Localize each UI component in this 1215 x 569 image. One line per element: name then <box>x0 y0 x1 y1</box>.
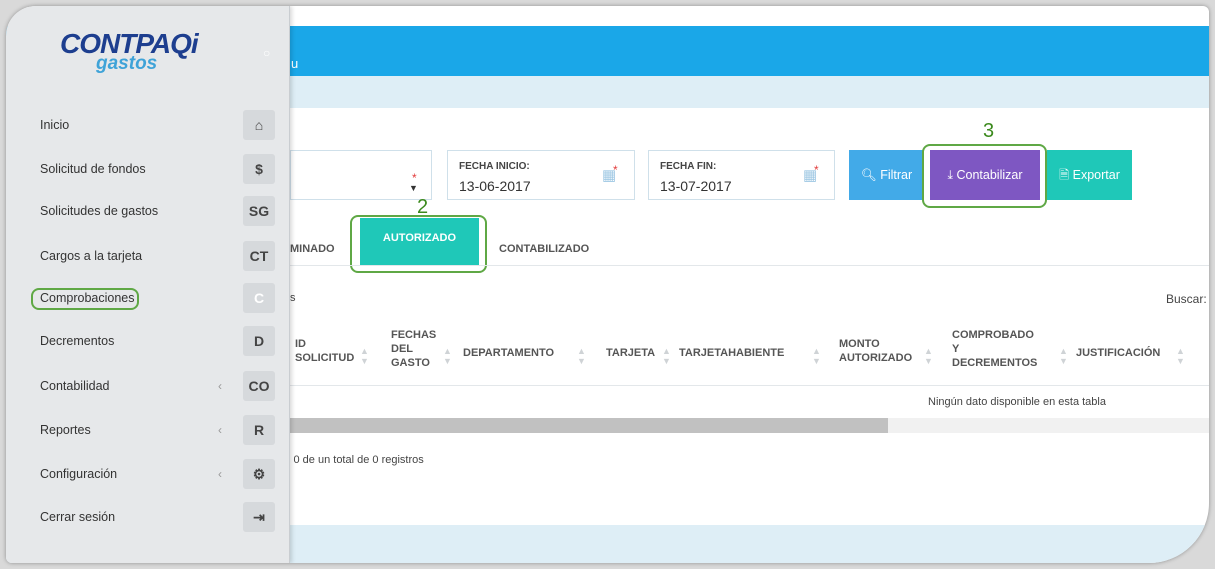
tab-terminado[interactable]: MINADO <box>290 243 335 255</box>
tab-contabilizado[interactable]: CONTABILIZADO <box>499 243 589 255</box>
app-window: u * ▼ FECHA INICIO: 13-06-2017 ▦ * FECHA… <box>6 6 1209 563</box>
sidebar-item-inicio[interactable]: Inicio ⌂ <box>6 110 290 140</box>
r-badge-icon: R <box>243 415 275 445</box>
sidebar-item-solicitudes-de-gastos[interactable]: Solicitudes de gastos SG <box>6 196 290 226</box>
contpaqi-gastos-logo[interactable]: CONTPAQi gastos <box>60 28 199 74</box>
gear-icon: ⚙ <box>243 459 275 489</box>
sidebar-item-cargos-a-la-tarjeta[interactable]: Cargos a la tarjeta CT <box>6 241 290 271</box>
sidebar-item-label: Configuración <box>40 467 118 481</box>
ct-badge-icon: CT <box>243 241 275 271</box>
dollar-icon: $ <box>243 154 275 184</box>
sort-icon[interactable]: ▲ ▼ <box>1176 346 1185 366</box>
step-3-annotation: 3 <box>983 120 995 142</box>
col-monto-autorizado[interactable]: MONTO AUTORIZADO <box>839 337 912 365</box>
search-label: Buscar: <box>1166 292 1207 306</box>
fecha-fin-field[interactable]: FECHA FIN: 13-07-2017 ▦ * <box>648 150 835 200</box>
sg-badge-icon: SG <box>243 196 275 226</box>
col-header-text: Y <box>952 343 960 355</box>
chevron-left-icon: ‹ <box>218 423 222 437</box>
required-star-icon: * <box>613 163 618 177</box>
home-icon: ⌂ <box>243 110 275 140</box>
col-header-text: ID <box>295 338 306 350</box>
col-header-text: FECHAS <box>391 329 437 341</box>
chevron-left-icon: ‹ <box>218 379 222 393</box>
col-comprobado-decrementos[interactable]: COMPROBADO Y DECREMENTOS <box>952 328 1037 370</box>
col-id-solicitud[interactable]: ID SOLICITUD <box>295 337 354 365</box>
sidebar-item-label: Decrementos <box>40 334 115 348</box>
sort-icon[interactable]: ▲ ▼ <box>443 346 452 366</box>
col-justificacion[interactable]: JUSTIFICACIÓN <box>1076 346 1160 360</box>
sidebar-item-label: Contabilidad <box>40 379 110 393</box>
col-header-text: COMPROBADO <box>952 329 1034 341</box>
tabs-divider <box>290 265 1209 266</box>
select-filter-field[interactable]: * ▼ <box>290 150 432 200</box>
sort-icon[interactable]: ▲ ▼ <box>812 346 821 366</box>
sidebar-item-contabilidad[interactable]: Contabilidad ‹ CO <box>6 371 290 401</box>
col-header-text: GASTO <box>391 357 430 369</box>
col-header-text: DEPARTAMENTO <box>463 347 555 359</box>
show-entries-text: s <box>290 292 296 304</box>
co-badge-icon: CO <box>243 371 275 401</box>
sidebar-item-label: Solicitud de fondos <box>40 162 146 176</box>
sidebar-item-label: Inicio <box>40 118 70 132</box>
c-badge-icon: C <box>243 283 275 313</box>
sort-icon[interactable]: ▲ ▼ <box>662 346 671 366</box>
step-1-highlight <box>31 288 139 310</box>
sort-icon[interactable]: ▲ ▼ <box>1059 346 1068 366</box>
fecha-inicio-field[interactable]: FECHA INICIO: 13-06-2017 ▦ * <box>447 150 635 200</box>
empty-table-message: Ningún dato disponible en esta tabla <box>928 396 1106 408</box>
col-header-text: TARJETAHABIENTE <box>679 347 785 359</box>
filtrar-button[interactable]: 🔍︎ Filtrar <box>849 150 924 200</box>
exportar-label: Exportar <box>1072 168 1120 182</box>
sign-out-icon: ⇥ <box>243 502 275 532</box>
sidebar-item-solicitud-de-fondos[interactable]: Solicitud de fondos $ <box>6 154 290 184</box>
sidebar-item-label: Solicitudes de gastos <box>40 204 159 218</box>
col-header-text: AUTORIZADO <box>839 352 913 364</box>
col-header-text: SOLICITUD <box>295 352 355 364</box>
sidebar-item-label: Cerrar sesión <box>40 510 116 524</box>
col-fechas-del-gasto[interactable]: FECHAS DEL GASTO <box>391 328 436 370</box>
d-badge-icon: D <box>243 326 275 356</box>
dropdown-caret-icon[interactable]: ▼ <box>409 183 418 193</box>
header-menu-text[interactable]: u <box>291 56 298 71</box>
sidebar-item-decrementos[interactable]: Decrementos D <box>6 326 290 356</box>
chevron-left-icon: ‹ <box>218 467 222 481</box>
tab-autorizado[interactable]: AUTORIZADO <box>360 218 479 266</box>
sort-icon[interactable]: ▲ ▼ <box>577 346 586 366</box>
fecha-fin-label: FECHA FIN: <box>660 161 717 172</box>
step-3-highlight <box>922 144 1047 208</box>
table-header-divider <box>290 385 1209 386</box>
sidebar-toggle-icon[interactable]: ○ <box>263 46 270 60</box>
col-header-text: DECREMENTOS <box>952 357 1038 369</box>
required-star-icon: * <box>814 163 819 177</box>
fecha-inicio-label: FECHA INICIO: <box>459 161 530 172</box>
col-tarjetahabiente[interactable]: TARJETAHABIENTE <box>679 346 784 360</box>
exportar-button[interactable]: 🗎 Exportar <box>1047 150 1132 200</box>
search-icon: 🔍︎ <box>860 168 877 182</box>
sidebar-item-configuracion[interactable]: Configuración ‹ ⚙ <box>6 459 290 489</box>
col-header-text: MONTO <box>839 338 880 350</box>
logo-subtext: gastos <box>96 53 158 74</box>
scrollbar-thumb[interactable] <box>290 418 888 433</box>
sidebar: CONTPAQi gastos ○ Inicio ⌂ Solicitud de … <box>6 6 290 563</box>
col-departamento[interactable]: DEPARTAMENTO <box>463 346 554 360</box>
sidebar-item-reportes[interactable]: Reportes ‹ R <box>6 415 290 445</box>
col-tarjeta[interactable]: TARJETA <box>606 346 655 360</box>
sort-icon[interactable]: ▲ ▼ <box>360 346 369 366</box>
sidebar-item-label: Reportes <box>40 423 91 437</box>
col-header-text: TARJETA <box>606 347 656 359</box>
col-header-text: DEL <box>391 343 413 355</box>
fecha-inicio-value[interactable]: 13-06-2017 <box>459 178 531 194</box>
fecha-fin-value[interactable]: 13-07-2017 <box>660 178 732 194</box>
sort-icon[interactable]: ▲ ▼ <box>924 346 933 366</box>
filtrar-label: Filtrar <box>880 168 913 182</box>
table-info-text: l 0 de un total de 0 registros <box>288 454 424 466</box>
col-header-text: JUSTIFICACIÓN <box>1076 347 1161 359</box>
sidebar-item-cerrar-sesion[interactable]: Cerrar sesión ⇥ <box>6 502 290 532</box>
file-export-icon: 🗎 <box>1059 168 1070 182</box>
sidebar-item-label: Cargos a la tarjeta <box>40 249 143 263</box>
